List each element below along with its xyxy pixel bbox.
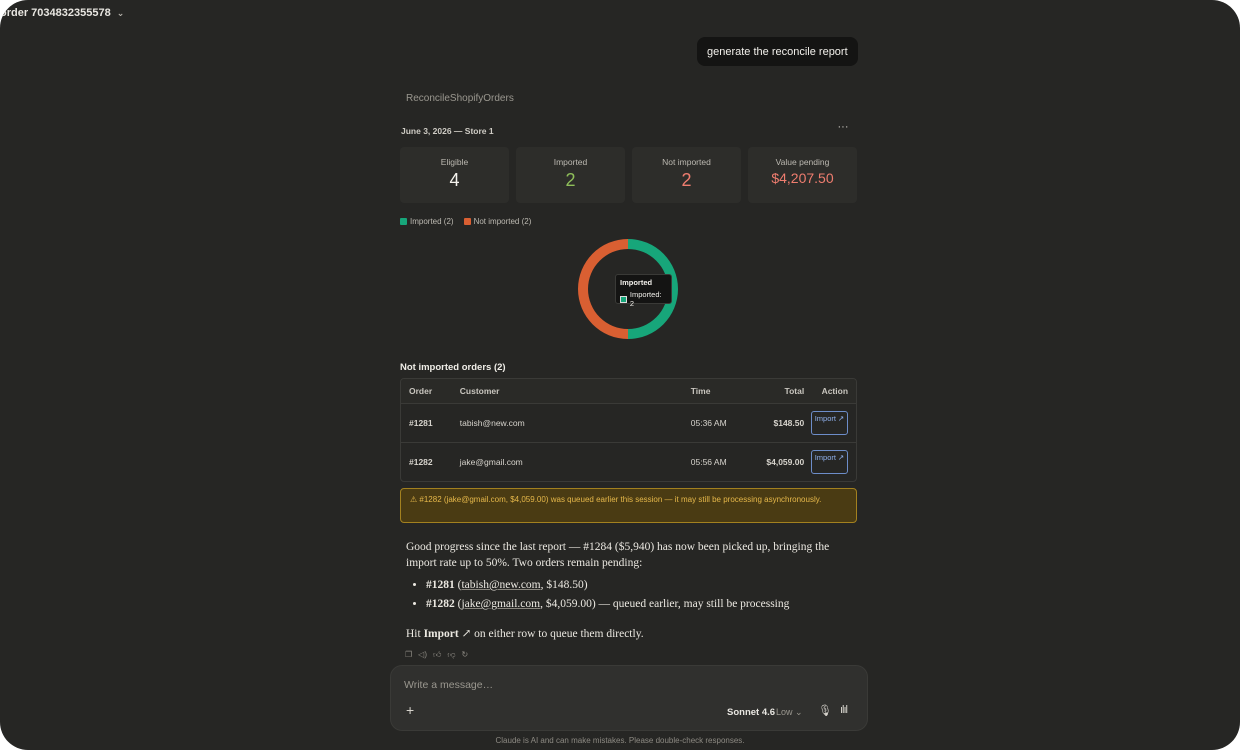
table-row: #1281 tabish@new.com 05:36 AM $148.50 Im…: [401, 403, 856, 442]
effort-selector[interactable]: Low ⌄: [776, 707, 803, 718]
plus-icon[interactable]: +: [406, 702, 414, 718]
column-header-action: Action: [821, 386, 849, 396]
chart-tooltip: Imported Imported: 2: [615, 274, 672, 308]
retry-icon[interactable]: ↻: [462, 650, 469, 660]
stat-not-imported: Not imported 2: [632, 147, 741, 203]
legend-label: Imported (2): [410, 217, 454, 226]
column-header-customer: Customer: [459, 386, 500, 396]
pending-orders-list: #1281 (tabish@new.com, $148.50) #1282 (j…: [426, 577, 856, 612]
report-date: June 3, 2026 — Store 1: [401, 126, 494, 136]
table-header: Order Customer Time Total Action: [401, 379, 856, 403]
email-link[interactable]: tabish@new.com: [461, 579, 540, 591]
composer: + Sonnet 4.6 Low ⌄ 🎙︎ ılıl: [390, 665, 868, 731]
stat-value: $4,207.50: [771, 170, 834, 186]
conversation-title: order 7034832355578: [0, 7, 111, 19]
stat-value: 4: [449, 170, 460, 190]
more-options-button[interactable]: ···: [834, 121, 852, 137]
import-button[interactable]: Import ↗: [811, 450, 849, 474]
response-tail: Hit Import ↗ on either row to queue them…: [406, 626, 856, 642]
tooltip-value: Imported: 2: [629, 290, 662, 308]
list-order-id: #1281: [426, 579, 455, 591]
stat-eligible: Eligible 4: [400, 147, 509, 203]
stat-value: 2: [681, 170, 692, 190]
user-message: generate the reconcile report: [697, 37, 858, 66]
order-total: $4,059.00: [766, 457, 805, 467]
legend-item-imported[interactable]: Imported (2): [400, 217, 454, 226]
copy-icon[interactable]: ❐: [405, 650, 412, 660]
list-detail: , $4,059.00) — queued earlier, may still…: [540, 598, 790, 610]
stat-value-pending: Value pending $4,207.50: [748, 147, 857, 203]
list-item: #1282 (jake@gmail.com, $4,059.00) — queu…: [426, 596, 856, 612]
legend-swatch-not-imported: [463, 218, 471, 225]
response-intro: Good progress since the last report — #1…: [406, 541, 830, 569]
table-row: #1282 jake@gmail.com 05:56 AM $4,059.00 …: [401, 442, 856, 481]
thumbs-down-icon[interactable]: 👎︎: [447, 650, 455, 660]
order-time: 05:36 AM: [690, 418, 727, 428]
column-header-time: Time: [690, 386, 711, 396]
list-detail: , $148.50): [540, 579, 588, 591]
chart-legend: Imported (2) Not imported (2): [400, 217, 531, 226]
column-header-order: Order: [409, 386, 433, 396]
thumbs-up-icon[interactable]: 👍︎: [433, 650, 441, 660]
legend-item-not-imported[interactable]: Not imported (2): [463, 217, 532, 226]
customer-email: tabish@new.com: [459, 418, 525, 428]
stat-label: Eligible: [440, 157, 469, 167]
model-selector[interactable]: Sonnet 4.6: [727, 707, 775, 718]
legend-label: Not imported (2): [473, 217, 532, 226]
tooltip-swatch: [620, 295, 627, 303]
message-actions: ❐ ◁) 👍︎ 👎︎ ↻: [405, 650, 468, 660]
voice-mode-icon[interactable]: ılıl: [840, 704, 848, 716]
warning-icon: ⚠: [410, 495, 418, 504]
tooltip-title: Imported: [620, 278, 653, 287]
orders-table-title: Not imported orders (2): [400, 362, 506, 373]
order-id: #1281: [409, 418, 433, 428]
order-time: 05:56 AM: [690, 457, 727, 467]
import-button[interactable]: Import ↗: [811, 411, 849, 435]
assistant-response: Good progress since the last report — #1…: [406, 539, 856, 642]
microphone-icon[interactable]: 🎙︎: [818, 704, 832, 717]
order-total: $148.50: [773, 418, 805, 428]
stat-value: 2: [565, 170, 576, 190]
speaker-icon[interactable]: ◁): [418, 650, 427, 660]
stat-label: Value pending: [775, 157, 830, 167]
conversation-title-menu[interactable]: order 7034832355578 ⌄: [0, 7, 124, 19]
tail-text-end: on either row to queue them directly.: [471, 628, 644, 640]
list-order-id: #1282: [426, 598, 455, 610]
artifact-title[interactable]: ReconcileShopifyOrders: [406, 93, 514, 104]
order-id: #1282: [409, 457, 433, 467]
stat-imported: Imported 2: [516, 147, 625, 203]
chevron-down-icon: ⌄: [795, 707, 803, 717]
stat-label: Not imported: [662, 157, 711, 167]
stat-label: Imported: [553, 157, 588, 167]
legend-swatch-imported: [400, 218, 407, 225]
external-arrow-icon: ↗: [461, 628, 472, 640]
message-input[interactable]: [404, 679, 844, 691]
customer-email: jake@gmail.com: [459, 457, 523, 467]
chevron-down-icon: ⌄: [116, 7, 125, 18]
warning-banner: ⚠ #1282 (jake@gmail.com, $4,059.00) was …: [400, 488, 857, 523]
email-link[interactable]: jake@gmail.com: [461, 598, 540, 610]
column-header-total: Total: [784, 386, 805, 396]
tooltip-row: Imported: 2: [620, 290, 667, 308]
disclaimer: Claude is AI and can make mistakes. Plea…: [495, 736, 745, 745]
tail-text: Hit: [406, 628, 424, 640]
effort-label: Low: [776, 707, 793, 717]
orders-table: Order Customer Time Total Action #1281 t…: [400, 378, 857, 482]
list-item: #1281 (tabish@new.com, $148.50): [426, 577, 856, 593]
app-window: order 7034832355578 ⌄ generate the recon…: [0, 0, 1240, 750]
tail-bold: Import: [423, 628, 459, 640]
stats-row: Eligible 4 Imported 2 Not imported 2 Val…: [400, 147, 857, 203]
warning-text: #1282 (jake@gmail.com, $4,059.00) was qu…: [419, 495, 822, 504]
